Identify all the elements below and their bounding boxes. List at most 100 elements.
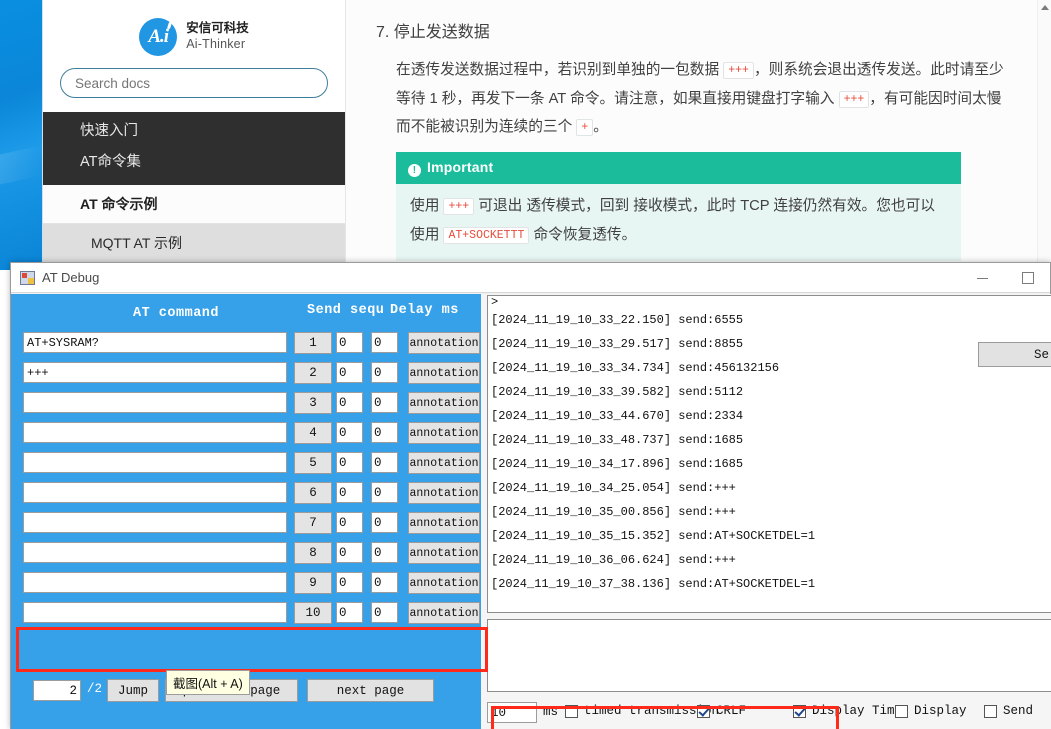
at-command-input[interactable] bbox=[23, 482, 287, 503]
app-icon bbox=[20, 270, 35, 285]
checkbox-icon[interactable] bbox=[697, 704, 710, 718]
delay-input-a[interactable] bbox=[336, 392, 363, 413]
admonition-text-1: 使用 bbox=[410, 197, 444, 214]
delay-input-b[interactable] bbox=[371, 602, 398, 623]
at-command-row: 6 annotation bbox=[11, 482, 481, 512]
checkbox-icon[interactable] bbox=[793, 704, 806, 718]
brand-name-cn: 安信可科技 bbox=[186, 21, 249, 36]
delay-input-a[interactable] bbox=[336, 332, 363, 353]
minimize-button[interactable] bbox=[960, 263, 1005, 293]
checkbox-icon[interactable] bbox=[984, 704, 997, 718]
sequence-button[interactable]: 4 bbox=[294, 422, 332, 444]
delay-input-b[interactable] bbox=[371, 482, 398, 503]
log-line: [2024_11_19_10_33_48.737] send:1685 bbox=[491, 433, 744, 447]
log-line: [2024_11_19_10_33_34.734] send:456132156 bbox=[491, 361, 780, 375]
delay-input-b[interactable] bbox=[371, 392, 398, 413]
at-command-row: 1 annotation bbox=[11, 332, 481, 362]
delay-input-b[interactable] bbox=[371, 512, 398, 533]
scroll-up-arrow-icon[interactable] bbox=[1041, 5, 1049, 10]
send-checkbox[interactable]: Send bbox=[984, 704, 1033, 718]
sequence-button[interactable]: 3 bbox=[294, 392, 332, 414]
next-page-button[interactable]: next page bbox=[307, 679, 434, 702]
display-time-checkbox[interactable]: Display Time bbox=[793, 704, 902, 718]
docs-scrollbar[interactable] bbox=[1037, 0, 1051, 270]
send-button[interactable]: Se bbox=[978, 342, 1051, 367]
sequence-button[interactable]: 9 bbox=[294, 572, 332, 594]
annotation-button[interactable]: annotation bbox=[408, 362, 480, 384]
jump-button[interactable]: Jump bbox=[107, 679, 159, 702]
window-title: AT Debug bbox=[42, 270, 100, 285]
at-command-input[interactable] bbox=[23, 362, 287, 383]
checkbox-icon[interactable] bbox=[895, 704, 908, 718]
sequence-button[interactable]: 10 bbox=[294, 602, 332, 624]
page-number-input[interactable] bbox=[33, 680, 81, 701]
interval-input[interactable] bbox=[487, 702, 537, 723]
annotation-button[interactable]: annotation bbox=[408, 512, 480, 534]
delay-input-a[interactable] bbox=[336, 602, 363, 623]
at-command-input[interactable] bbox=[23, 512, 287, 533]
at-command-input[interactable] bbox=[23, 422, 287, 443]
at-command-input[interactable] bbox=[23, 542, 287, 563]
sequence-button[interactable]: 1 bbox=[294, 332, 332, 354]
sequence-button[interactable]: 8 bbox=[294, 542, 332, 564]
delay-input-b[interactable] bbox=[371, 422, 398, 443]
at-command-input[interactable] bbox=[23, 392, 287, 413]
delay-input-b[interactable] bbox=[371, 362, 398, 383]
annotation-button[interactable]: annotation bbox=[408, 542, 480, 564]
pagination-bar: /2 Jump previous page next page 截图(Alt +… bbox=[11, 670, 481, 709]
delay-input-a[interactable] bbox=[336, 512, 363, 533]
delay-input-a[interactable] bbox=[336, 452, 363, 473]
sidebar-item-mqtt-at-example[interactable]: MQTT AT 示例 bbox=[43, 223, 345, 262]
crlf-checkbox[interactable]: CRLF bbox=[697, 704, 746, 718]
at-command-input[interactable] bbox=[23, 602, 287, 623]
delay-input-a[interactable] bbox=[336, 572, 363, 593]
window-titlebar: AT Debug bbox=[11, 263, 1050, 293]
delay-input-b[interactable] bbox=[371, 572, 398, 593]
annotation-button[interactable]: annotation bbox=[408, 422, 480, 444]
annotation-button[interactable]: annotation bbox=[408, 602, 480, 624]
annotation-button[interactable]: annotation bbox=[408, 482, 480, 504]
checkbox-icon[interactable] bbox=[565, 704, 578, 718]
sequence-button[interactable]: 5 bbox=[294, 452, 332, 474]
annotation-button[interactable]: annotation bbox=[408, 572, 480, 594]
delay-input-b[interactable] bbox=[371, 332, 398, 353]
delay-input-b[interactable] bbox=[371, 542, 398, 563]
inline-code-plus-2: +++ bbox=[838, 90, 870, 108]
at-command-input[interactable] bbox=[23, 452, 287, 473]
log-output[interactable]: > [2024_11_19_10_33_22.150] send:6555 [20… bbox=[487, 295, 1051, 613]
log-line: [2024_11_19_10_33_44.670] send:2334 bbox=[491, 409, 744, 423]
delay-input-a[interactable] bbox=[336, 422, 363, 443]
annotation-button[interactable]: annotation bbox=[408, 332, 480, 354]
delay-input-b[interactable] bbox=[371, 452, 398, 473]
sequence-button[interactable]: 6 bbox=[294, 482, 332, 504]
search-input[interactable] bbox=[60, 68, 328, 98]
delay-input-a[interactable] bbox=[336, 362, 363, 383]
display-checkbox[interactable]: Display bbox=[895, 704, 967, 718]
at-command-input[interactable] bbox=[23, 332, 287, 353]
log-line: [2024_11_19_10_34_17.896] send:1685 bbox=[491, 457, 744, 471]
log-line: [2024_11_19_10_33_22.150] send:6555 bbox=[491, 313, 744, 327]
brand-name-en: Ai-Thinker bbox=[186, 37, 246, 51]
header-send-sequence: Send sequ bbox=[307, 303, 385, 318]
sidebar-item-at-command-set[interactable]: AT命令集 bbox=[43, 147, 345, 178]
exclamation-icon: ! bbox=[408, 163, 421, 177]
send-checkbox-label: Send bbox=[1003, 704, 1034, 718]
at-command-input[interactable] bbox=[23, 572, 287, 593]
interval-unit-label: ms bbox=[543, 705, 559, 719]
sidebar-item-quickstart[interactable]: 快速入门 bbox=[43, 116, 345, 147]
send-textarea[interactable] bbox=[487, 619, 1051, 692]
delay-input-a[interactable] bbox=[336, 482, 363, 503]
annotation-button[interactable]: annotation bbox=[408, 392, 480, 414]
screenshot-tooltip: 截图(Alt + A) bbox=[166, 670, 250, 695]
timed-transmission-checkbox[interactable]: timed transmission bbox=[565, 704, 719, 718]
maximize-button[interactable] bbox=[1005, 263, 1050, 293]
sequence-button[interactable]: 7 bbox=[294, 512, 332, 534]
annotation-button[interactable]: annotation bbox=[408, 452, 480, 474]
log-caret: > bbox=[491, 295, 499, 309]
delay-input-a[interactable] bbox=[336, 542, 363, 563]
wallpaper-streak bbox=[0, 145, 42, 185]
sequence-button[interactable]: 2 bbox=[294, 362, 332, 384]
doc-paragraph: 在透传发送数据过程中，若识别到单独的一包数据 +++ ，则系统会退出透传发送。此时… bbox=[396, 56, 1006, 142]
at-command-row: 5 annotation bbox=[11, 452, 481, 482]
sidebar-item-at-command-examples[interactable]: AT 命令示例 bbox=[43, 184, 345, 224]
